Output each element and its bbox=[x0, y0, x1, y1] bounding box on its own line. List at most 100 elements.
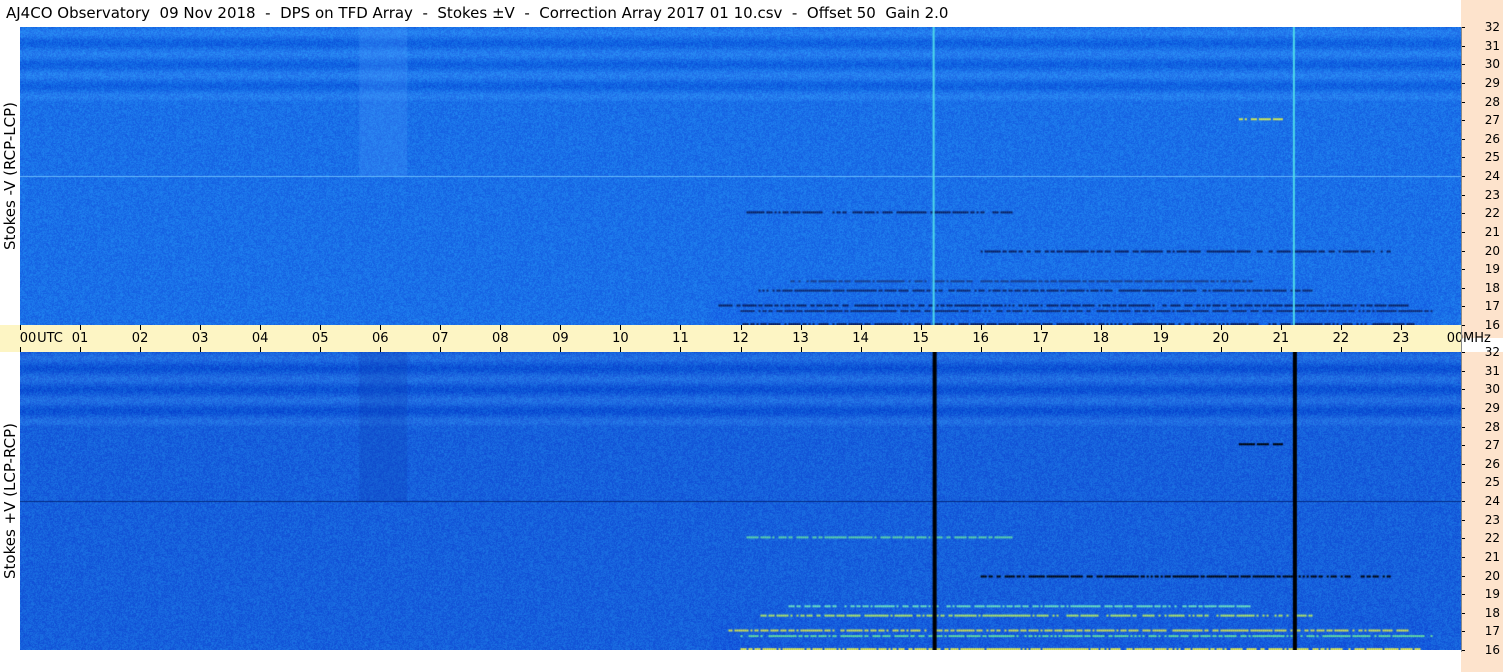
time-tick-mark bbox=[560, 325, 562, 330]
time-tick-label: 00 bbox=[19, 331, 37, 346]
freq-tick-label: 17 bbox=[1484, 624, 1500, 639]
time-tick-label: 18 bbox=[1092, 331, 1110, 346]
time-tick-mark bbox=[140, 325, 142, 330]
freq-tick-label: 16 bbox=[1484, 643, 1500, 657]
time-tick-mark bbox=[1220, 325, 1222, 330]
time-tick-mark bbox=[80, 325, 82, 330]
freq-tick-label: 30 bbox=[1484, 57, 1500, 72]
freq-tick-label: 19 bbox=[1484, 262, 1500, 277]
freq-tick-label: 16 bbox=[1484, 318, 1500, 332]
time-tick-mark bbox=[980, 347, 982, 352]
freq-tick-label: 23 bbox=[1484, 187, 1500, 202]
time-tick-label: 02 bbox=[131, 331, 149, 346]
time-tick-mark bbox=[920, 347, 922, 352]
time-tick-mark bbox=[200, 347, 202, 352]
freq-tick-label: 24 bbox=[1484, 494, 1500, 508]
freq-tick-label: 21 bbox=[1484, 549, 1500, 564]
top-spectrogram-panel bbox=[20, 27, 1461, 325]
freq-tick-label: 20 bbox=[1484, 243, 1500, 258]
freq-tick-label: 22 bbox=[1484, 206, 1500, 221]
freq-tick-label: 29 bbox=[1484, 400, 1500, 415]
time-tick-mark bbox=[260, 325, 262, 330]
time-tick-mark bbox=[620, 347, 622, 352]
freq-tick-label: 29 bbox=[1484, 75, 1500, 90]
time-tick-label: 22 bbox=[1332, 331, 1350, 346]
freq-tick-label: 26 bbox=[1484, 131, 1500, 146]
time-tick-mark bbox=[380, 347, 382, 352]
time-tick-mark bbox=[80, 347, 82, 352]
freq-tick-label: 27 bbox=[1484, 438, 1500, 453]
time-axis: MHz 00 01 02 03 04 05 06 07 08 09 10 11 12 13 14 15 16 17… bbox=[0, 325, 1491, 352]
freq-tick-label: 21 bbox=[1484, 224, 1500, 239]
time-tick-mark bbox=[20, 325, 21, 330]
time-tick-mark bbox=[860, 347, 862, 352]
freq-tick-label: 25 bbox=[1484, 475, 1500, 490]
plot-border bbox=[1461, 27, 1462, 652]
time-tick-label: 05 bbox=[311, 331, 329, 346]
freq-tick-label: 19 bbox=[1484, 587, 1500, 602]
time-tick-mark bbox=[380, 325, 382, 330]
time-tick-mark bbox=[800, 347, 802, 352]
freq-tick-label: 24 bbox=[1484, 169, 1500, 183]
time-tick-label: 08 bbox=[492, 331, 509, 346]
time-tick-mark bbox=[1100, 347, 1102, 352]
freq-tick-label: 17 bbox=[1484, 299, 1500, 314]
time-tick-mark bbox=[20, 347, 21, 352]
time-tick-label: 03 bbox=[191, 331, 209, 346]
time-tick-mark bbox=[620, 325, 622, 330]
time-tick-mark bbox=[1160, 347, 1162, 352]
time-tick-label: 06 bbox=[371, 331, 389, 346]
time-tick-mark bbox=[980, 325, 982, 330]
freq-tick-label: 28 bbox=[1484, 419, 1500, 434]
time-tick-mark bbox=[200, 325, 202, 330]
time-tick-mark bbox=[260, 347, 262, 352]
time-tick-mark bbox=[860, 325, 862, 330]
time-tick-label: 16 bbox=[972, 331, 989, 346]
time-axis-utc-label: UTC bbox=[37, 331, 63, 346]
freq-tick-label: 26 bbox=[1484, 456, 1500, 471]
bottom-panel-label: Stokes +V (LCP-RCP) bbox=[1, 423, 19, 579]
bottom-frequency-axis: 16 17 18 19 20 21 22 23 24 25 26 27 28 29 30 31 32 bbox=[1461, 345, 1503, 672]
bottom-spectrogram-panel bbox=[20, 352, 1461, 650]
freq-tick-label: 27 bbox=[1484, 113, 1500, 128]
freq-tick-label: 20 bbox=[1484, 568, 1500, 583]
time-tick-mark bbox=[1280, 347, 1282, 352]
time-tick-label: 14 bbox=[852, 331, 869, 346]
freq-tick-label: 32 bbox=[1484, 20, 1500, 34]
freq-tick-label: 31 bbox=[1484, 38, 1500, 53]
time-tick-mark bbox=[680, 347, 682, 352]
time-tick-mark bbox=[320, 347, 322, 352]
time-tick-mark bbox=[500, 347, 502, 352]
time-tick-mark bbox=[440, 347, 442, 352]
top-frequency-axis: 16 17 18 19 20 21 22 23 24 25 26 27 28 29 30 31 32 bbox=[1461, 0, 1503, 338]
time-tick-mark bbox=[500, 325, 502, 330]
time-tick-mark bbox=[1400, 325, 1402, 330]
time-tick-label: 13 bbox=[792, 331, 809, 346]
time-tick-label: 11 bbox=[672, 331, 689, 346]
time-tick-mark bbox=[140, 347, 142, 352]
time-axis-mhz-label: MHz bbox=[1463, 331, 1491, 346]
time-tick-label: 23 bbox=[1392, 331, 1410, 346]
time-tick-mark bbox=[1040, 325, 1042, 330]
time-tick-label: 17 bbox=[1032, 331, 1049, 346]
freq-tick-label: 32 bbox=[1484, 345, 1500, 359]
time-tick-mark bbox=[1160, 325, 1162, 330]
time-tick-label: 21 bbox=[1272, 331, 1290, 346]
freq-tick-label: 25 bbox=[1484, 150, 1500, 165]
freq-tick-label: 22 bbox=[1484, 531, 1500, 546]
freq-tick-label: 31 bbox=[1484, 363, 1500, 378]
time-tick-mark bbox=[1280, 325, 1282, 330]
time-tick-mark bbox=[680, 325, 682, 330]
time-tick-mark bbox=[800, 325, 802, 330]
time-tick-label: 12 bbox=[732, 331, 749, 346]
time-tick-label: 04 bbox=[251, 331, 269, 346]
time-tick-mark bbox=[740, 325, 742, 330]
time-tick-mark bbox=[1100, 325, 1102, 330]
time-tick-label: 09 bbox=[552, 331, 569, 346]
time-tick-mark bbox=[1220, 347, 1222, 352]
time-tick-mark bbox=[320, 325, 322, 330]
freq-tick-label: 28 bbox=[1484, 94, 1500, 109]
time-tick-label: 20 bbox=[1212, 331, 1230, 346]
time-tick-label: 19 bbox=[1152, 331, 1170, 346]
time-tick-label: 10 bbox=[612, 331, 629, 346]
